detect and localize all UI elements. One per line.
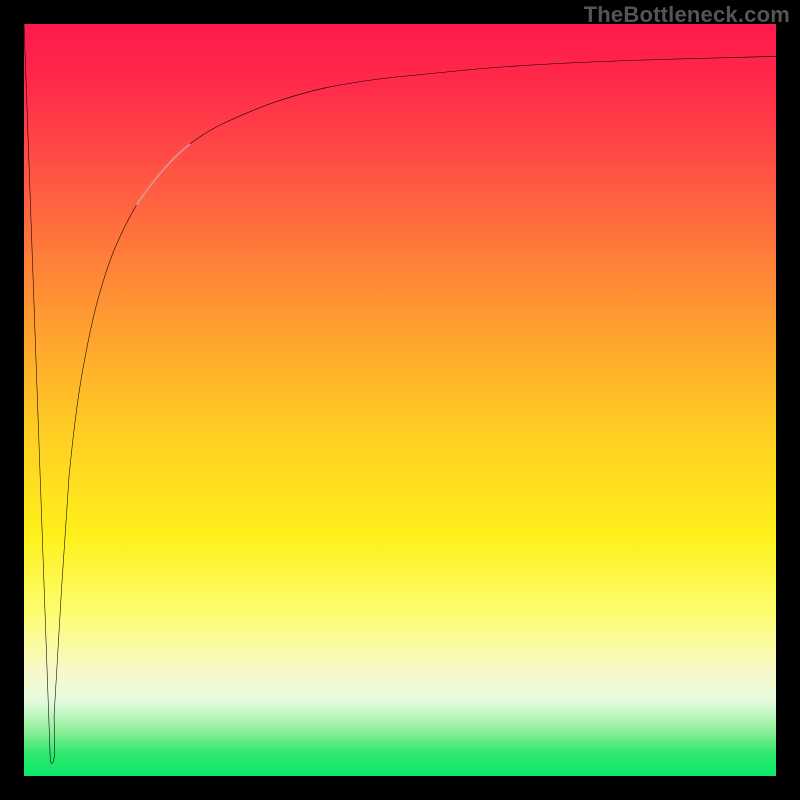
main-curve: [54, 56, 776, 753]
dip-notch: [50, 753, 55, 763]
left-falling-edge: [24, 24, 50, 761]
plot-area: [24, 24, 776, 776]
attribution-text: TheBottleneck.com: [584, 2, 790, 28]
chart-frame: TheBottleneck.com: [0, 0, 800, 800]
curve-layer: [24, 24, 776, 776]
highlight-segment: [137, 144, 190, 204]
